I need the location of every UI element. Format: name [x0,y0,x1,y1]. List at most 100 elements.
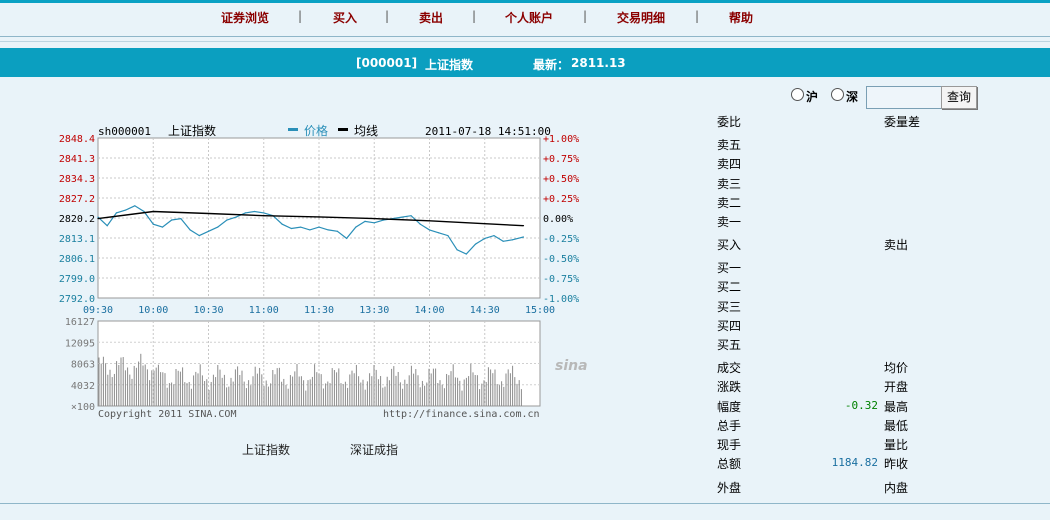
price-point [281,223,283,225]
stat-prev-close-label: 昨收 [884,457,909,471]
stat-low-label: 最低 [884,419,909,433]
time-tick-label: 13:30 [359,305,389,316]
price-point [438,232,440,234]
price-point [364,220,366,223]
price-point [419,223,421,225]
link-shanghai-index[interactable]: 上证指数 [242,441,290,458]
price-point [106,225,108,227]
time-tick-label: 14:00 [414,305,444,316]
price-point [290,227,292,230]
legend-avg-swatch [338,128,348,131]
price-point [373,222,375,224]
radio-shanghai-label: 沪 [806,90,819,104]
quote-banner: [000001] 上证指数 最新： 2811.13 [0,48,1050,77]
price-point [456,249,458,251]
nav-separator: | [583,9,588,23]
chart-symbol: sh000001 [98,125,151,138]
time-tick-label: 10:00 [138,305,168,316]
time-tick-label: 09:30 [83,305,113,316]
pct-tick-label: +0.50% [543,174,579,185]
query-button[interactable]: 查询 [941,86,977,109]
price-point [346,237,348,240]
link-shenzhen-index[interactable]: 深证成指 [350,441,398,458]
price-point [355,226,357,228]
buy-level-5: 买五 [717,338,742,352]
top-accent-line [0,0,1050,3]
nav-separator: | [695,9,700,23]
nav-item-buy[interactable]: 买入 [333,9,357,26]
pct-tick-label: -0.25% [543,234,579,245]
price-tick-label: 2820.2 [59,214,95,225]
price-point [180,217,182,220]
average-point [263,215,265,217]
price-tick-label: 2792.0 [59,294,95,305]
chart-datetime: 2011-07-18 14:51:00 [425,125,551,138]
time-tick-label: 11:00 [249,305,279,316]
price-point [263,212,265,214]
nav-separator: | [298,9,303,23]
legend-avg-label: 均线 [354,124,378,138]
intraday-chart: 2848.4 +1.00%2841.3 +0.75%2834.3 +0.50%2827… [59,123,588,420]
price-point [217,226,219,228]
nav-item-sell[interactable]: 卖出 [419,9,443,26]
stock-code: [000001] [356,56,418,70]
legend-price-label: 价格 [304,123,328,138]
nav-item-account[interactable]: 个人账户 [505,9,553,26]
radio-shenzhen[interactable] [831,88,844,101]
chart-copyright: Copyright 2011 SINA.COM [98,409,236,420]
buy-in-label: 买入 [717,238,742,252]
sina-logo: sina [555,358,588,374]
volume-tick-label: ×100 [71,402,95,413]
time-tick-label: 11:30 [304,305,334,316]
price-tick-label: 2799.0 [59,274,95,285]
latest-value: 2811.13 [571,56,626,70]
pct-tick-label: -0.75% [543,274,579,285]
price-point [143,210,145,213]
stat-avg-price-label: 均价 [884,361,909,375]
nav-item-details[interactable]: 交易明细 [617,9,665,26]
price-point [336,230,339,232]
price-point [152,223,154,225]
nav-item-browse[interactable]: 证券浏览 [221,9,269,26]
radio-shanghai[interactable] [791,88,804,101]
average-point [97,217,99,220]
amount-value: 1184.82 [831,456,878,469]
top-nav: 证券浏览 | 买入 | 卖出 | 个人账户 | 交易明细 | 帮助 [0,9,1050,29]
price-point [97,216,99,218]
price-point [125,209,127,211]
price-point [327,229,329,231]
stock-search-input[interactable] [866,86,944,109]
inner-volume-label: 内盘 [884,481,909,495]
sell-level-5: 卖五 [717,138,742,152]
stat-amount-label: 总额 [717,457,742,471]
time-tick-label: 10:30 [193,305,223,316]
stock-name: 上证指数 [425,58,474,72]
price-point [309,229,311,231]
price-point [253,210,256,213]
outer-volume-label: 外盘 [717,481,742,495]
price-point [161,226,164,228]
price-tick-label: 2848.4 [59,134,95,145]
price-tick-label: 2827.2 [59,194,95,205]
price-point [226,219,228,221]
pct-tick-label: 0.00% [543,214,573,225]
price-point [511,239,513,241]
price-point [522,236,525,238]
stat-current-hands-label: 现手 [717,438,742,452]
volume-tick-label: 4032 [71,381,95,392]
amplitude-value: -0.32 [844,399,878,412]
stat-change-label: 涨跌 [717,380,742,394]
price-point [198,234,200,237]
price-point [235,216,237,218]
sell-level-3: 卖三 [717,177,742,191]
buy-level-2: 买二 [717,280,742,294]
price-point [207,230,210,232]
pct-tick-label: -0.50% [543,254,579,265]
buy-level-1: 买一 [717,261,742,275]
price-point [474,243,477,245]
chart-index-name: 上证指数 [168,123,216,138]
pct-tick-label: +0.25% [543,194,579,205]
nav-item-help[interactable]: 帮助 [729,9,753,26]
stat-total-hands-label: 总手 [717,419,742,433]
volume-tick-label: 8063 [71,360,95,371]
